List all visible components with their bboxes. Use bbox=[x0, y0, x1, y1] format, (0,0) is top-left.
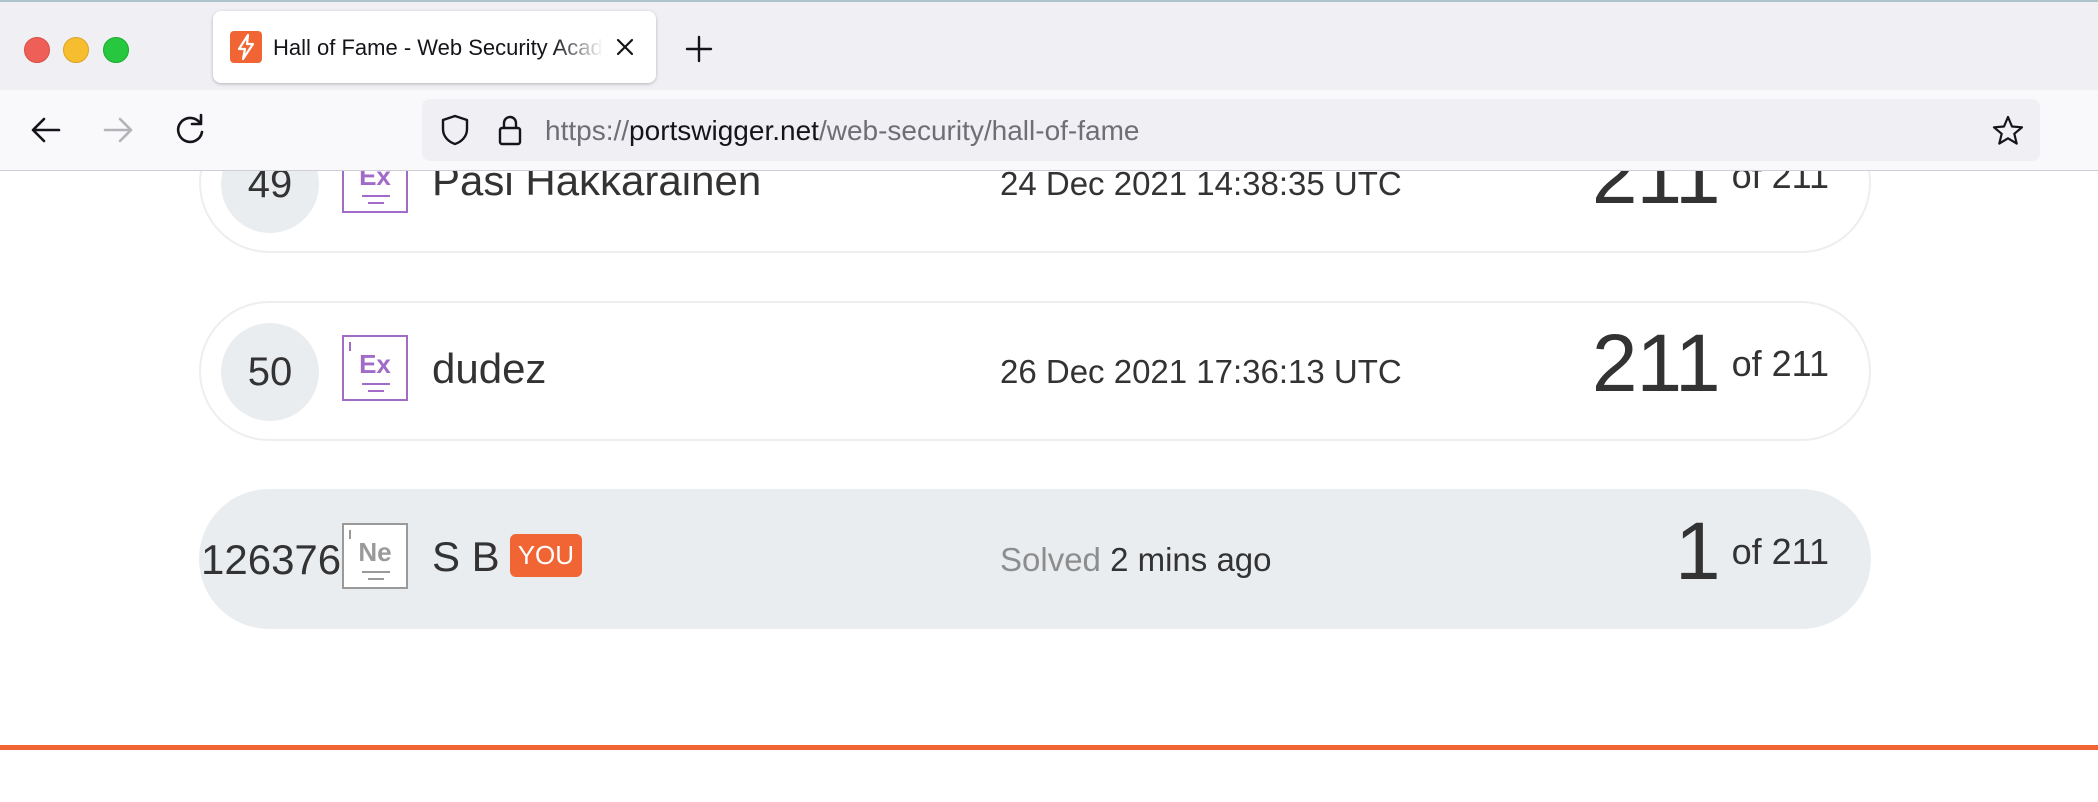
score-value: 1 bbox=[1674, 506, 1721, 597]
score-value: 211 bbox=[1591, 171, 1721, 221]
leaderboard-row: 49 Ex Pasi Hakkarainen 24 Dec 2021 14:38… bbox=[199, 171, 1871, 253]
tracking-protection-shield-icon[interactable] bbox=[438, 113, 472, 147]
score-value: 211 bbox=[1591, 318, 1721, 409]
rank-number: 50 bbox=[221, 323, 319, 421]
score-total: of 211 bbox=[1731, 531, 1829, 572]
solved-status: Solved 2 mins ago bbox=[1000, 541, 1272, 579]
tab-bar: Hall of Fame - Web Security Academy bbox=[0, 2, 2098, 90]
rank-number: 126376 bbox=[201, 536, 342, 583]
badge-symbol: Ne bbox=[358, 537, 392, 567]
tab-title: Hall of Fame - Web Security Academy bbox=[273, 35, 603, 60]
completion-date: 24 Dec 2021 14:38:35 UTC bbox=[1000, 171, 1402, 202]
novice-level-badge-icon: Ne bbox=[342, 523, 408, 589]
completion-date: 26 Dec 2021 17:36:13 UTC bbox=[1000, 353, 1402, 390]
reload-icon[interactable] bbox=[170, 110, 210, 150]
url-host: portswigger.net bbox=[629, 115, 819, 146]
current-user-row: 126376 Ne S B YOU Solved 2 mins ago 1 of 2… bbox=[199, 489, 1871, 629]
tab-close-icon[interactable] bbox=[611, 33, 639, 61]
minimize-window-button[interactable] bbox=[63, 37, 89, 63]
footer-divider bbox=[0, 745, 2098, 750]
url-path: /web-security/hall-of-fame bbox=[818, 115, 1140, 146]
leaderboard-row: 50 Ex dudez 26 Dec 2021 17:36:13 UTC 211… bbox=[199, 301, 1871, 441]
score-total: of 211 bbox=[1731, 343, 1829, 384]
badge-symbol: Ex bbox=[359, 171, 391, 191]
navigation-bar: https://portswigger.net/web-security/hal… bbox=[0, 90, 2098, 171]
badge-symbol: Ex bbox=[359, 349, 391, 379]
browser-tab[interactable]: Hall of Fame - Web Security Academy bbox=[213, 11, 656, 83]
address-bar[interactable]: https://portswigger.net/web-security/hal… bbox=[422, 99, 2040, 161]
close-window-button[interactable] bbox=[24, 37, 50, 63]
score: 1 of 211 bbox=[1675, 505, 1829, 599]
hall-of-fame-list: 49 Ex Pasi Hakkarainen 24 Dec 2021 14:38… bbox=[0, 171, 2098, 802]
url-text[interactable]: https://portswigger.net/web-security/hal… bbox=[545, 115, 1140, 147]
score: 211 of 211 bbox=[1592, 171, 1829, 223]
portswigger-favicon-icon bbox=[230, 31, 262, 63]
forward-arrow-icon[interactable] bbox=[98, 110, 138, 150]
you-badge: YOU bbox=[509, 534, 583, 578]
user-name: S B bbox=[432, 533, 500, 580]
expert-level-badge-icon: Ex bbox=[342, 171, 408, 213]
lock-icon[interactable] bbox=[494, 113, 526, 147]
user-name: Pasi Hakkarainen bbox=[432, 171, 762, 204]
solved-label: Solved bbox=[1000, 541, 1101, 578]
rank-number: 49 bbox=[221, 171, 319, 233]
score: 211 of 211 bbox=[1592, 317, 1829, 411]
user-name-cell: S B YOU bbox=[432, 533, 583, 581]
bookmark-star-icon[interactable] bbox=[1990, 113, 2026, 149]
zoom-window-button[interactable] bbox=[103, 37, 129, 63]
back-arrow-icon[interactable] bbox=[26, 110, 66, 150]
expert-level-badge-icon: Ex bbox=[342, 335, 408, 401]
solved-time: 2 mins ago bbox=[1110, 541, 1272, 578]
user-name: dudez bbox=[432, 345, 547, 392]
score-total: of 211 bbox=[1731, 171, 1829, 196]
new-tab-plus-icon[interactable] bbox=[682, 32, 716, 66]
url-scheme: https:// bbox=[545, 115, 630, 146]
